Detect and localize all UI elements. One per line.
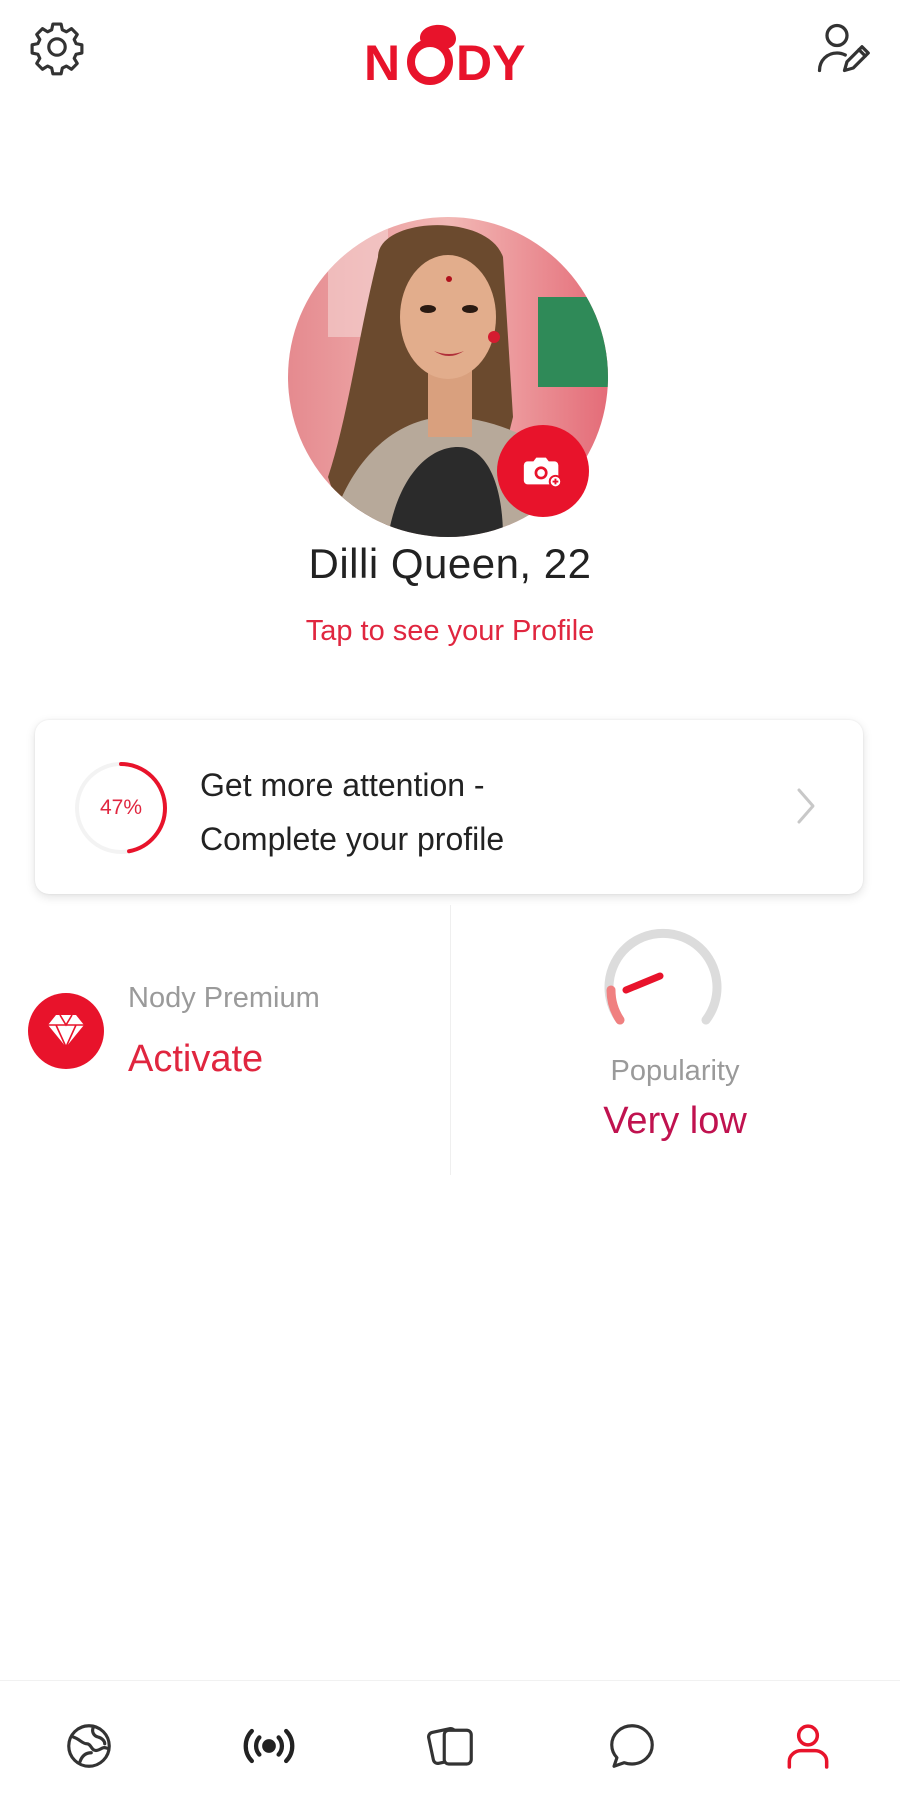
profile-completion-card[interactable]: 47% Get more attention - Complete your p… xyxy=(35,720,863,894)
completion-message: Get more attention - Complete your profi… xyxy=(200,758,504,866)
nav-cards[interactable] xyxy=(416,1711,486,1781)
gauge-icon xyxy=(604,928,722,1025)
completion-line-2: Complete your profile xyxy=(200,821,505,857)
change-photo-button[interactable] xyxy=(497,425,589,517)
user-icon xyxy=(787,1724,829,1769)
completion-line-1: Get more attention - xyxy=(200,767,485,803)
diamond-icon xyxy=(48,1014,84,1049)
bottom-navigation xyxy=(0,1680,900,1815)
nav-chat[interactable] xyxy=(597,1711,667,1781)
nav-live[interactable] xyxy=(234,1711,304,1781)
view-profile-link[interactable]: Tap to see your Profile xyxy=(0,615,900,648)
chat-bubble-icon xyxy=(610,1724,654,1768)
cards-icon xyxy=(427,1727,473,1766)
popularity-label: Popularity xyxy=(610,1055,740,1087)
edit-profile-icon xyxy=(817,23,870,73)
nav-discover[interactable] xyxy=(54,1711,124,1781)
stats-divider xyxy=(450,905,451,1175)
nav-profile[interactable] xyxy=(773,1711,843,1781)
globe-icon xyxy=(67,1724,111,1768)
camera-icon xyxy=(523,457,563,489)
settings-button[interactable] xyxy=(24,14,90,80)
chevron-right-icon xyxy=(797,788,815,824)
live-broadcast-icon xyxy=(243,1728,295,1764)
app-logo: N DY xyxy=(362,18,542,91)
popularity-value: Very low xyxy=(603,1100,747,1142)
profile-name-age: Dilli Queen, 22 xyxy=(308,540,592,587)
gear-icon xyxy=(30,22,84,76)
svg-text:N: N xyxy=(364,35,400,88)
completion-percent: 47% xyxy=(99,796,143,819)
activate-premium-button[interactable]: Activate xyxy=(128,1038,263,1081)
svg-text:DY: DY xyxy=(456,35,525,88)
premium-badge[interactable] xyxy=(28,993,104,1069)
edit-profile-button[interactable] xyxy=(806,12,878,84)
premium-label: Nody Premium xyxy=(128,982,320,1014)
